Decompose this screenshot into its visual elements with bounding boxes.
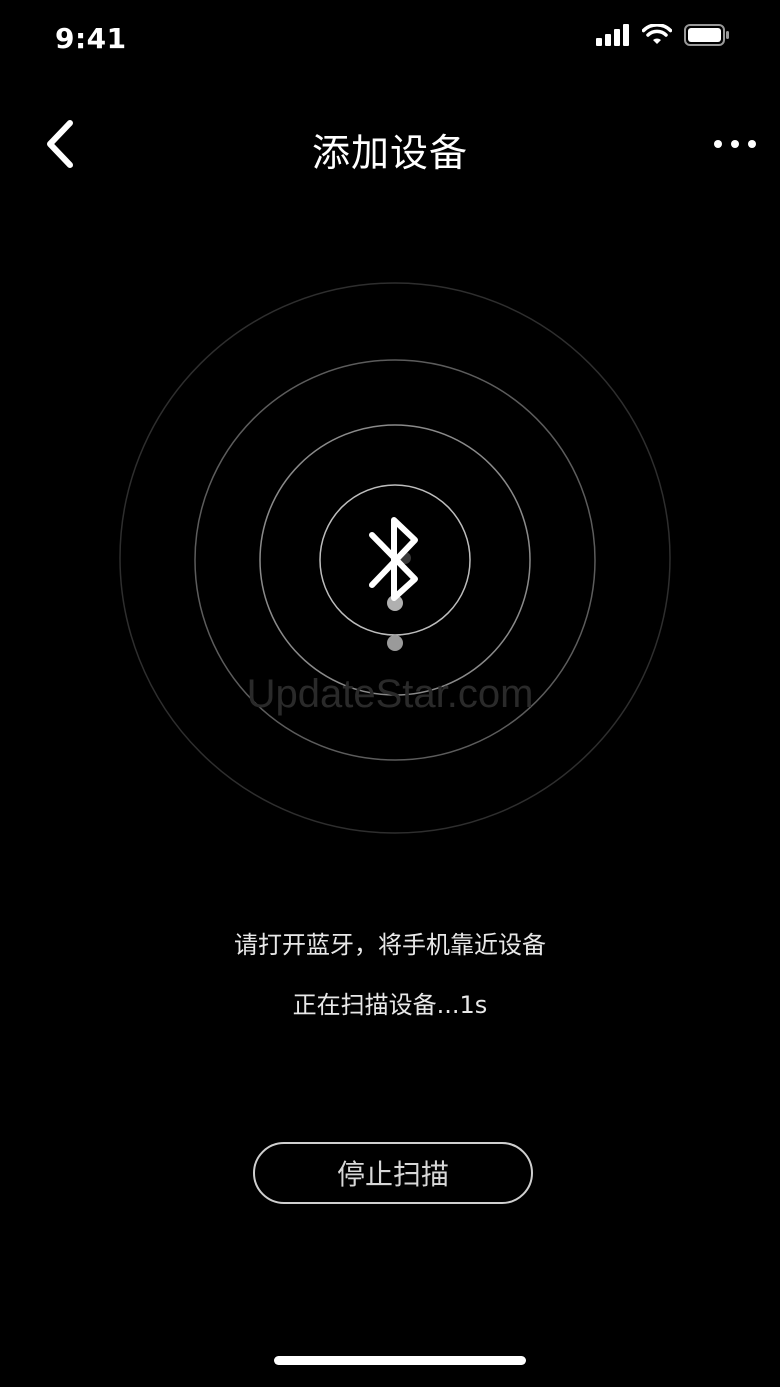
bluetooth-instruction: 请打开蓝牙，将手机靠近设备: [234, 931, 546, 959]
home-indicator[interactable]: [274, 1356, 526, 1365]
radar-ring-inner: [319, 484, 471, 636]
radar-ring-outer: [119, 282, 671, 834]
radar-dot-2: [387, 595, 403, 611]
status-time: 9:41: [55, 22, 127, 55]
more-button[interactable]: [700, 114, 770, 174]
page-title: 添加设备: [311, 131, 468, 175]
status-icons: [596, 24, 730, 46]
battery-icon: [684, 24, 729, 46]
watermark: UpdateStar.com: [246, 672, 534, 716]
stop-scan-button[interactable]: 停止扫描: [253, 1142, 533, 1204]
nav-bar: 添加设备: [0, 100, 780, 190]
bluetooth-icon: [369, 517, 418, 601]
radar-dot-3: [387, 635, 403, 651]
radar-ring-2: [259, 424, 531, 696]
more-horizontal-icon: [714, 140, 756, 148]
status-bar: 9:41: [0, 0, 780, 80]
radar-dot-1: [399, 552, 411, 564]
scan-status: 正在扫描设备...1s: [292, 991, 488, 1019]
wifi-icon: [642, 24, 672, 44]
cellular-signal-icon: [596, 24, 629, 46]
